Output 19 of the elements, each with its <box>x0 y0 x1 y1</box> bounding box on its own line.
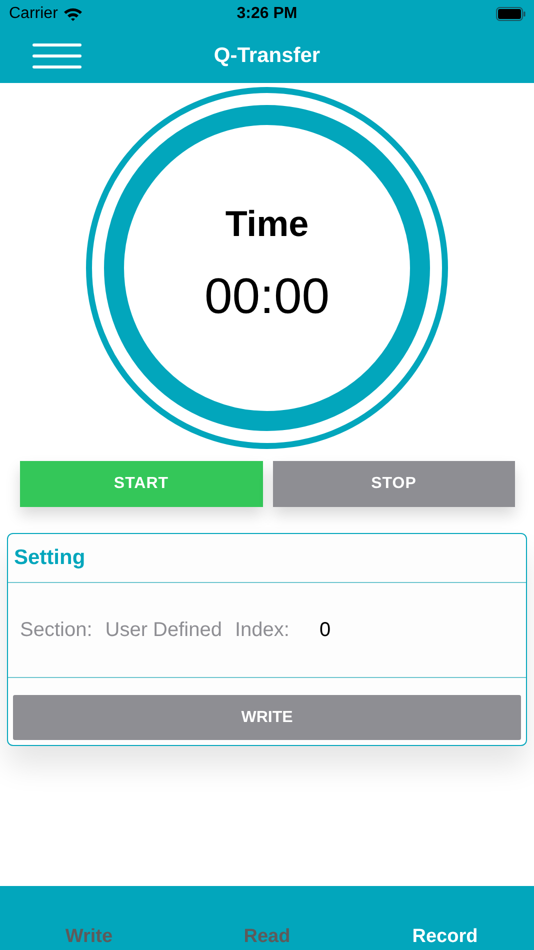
index-value: 0 <box>319 618 331 642</box>
section-label: Section: <box>20 618 92 642</box>
section-value: User Defined <box>105 618 222 642</box>
index-label: Index: <box>234 618 290 642</box>
timer-value: 00:00 <box>204 267 330 325</box>
tab[interactable]: Record <box>356 924 534 950</box>
timer-button[interactable]: START <box>20 461 262 507</box>
carrier-text: Carrier <box>9 5 58 23</box>
battery-icon <box>496 7 526 21</box>
tab[interactable]: Read <box>178 924 356 950</box>
app-title: Q-Transfer <box>214 44 320 68</box>
timer-button[interactable]: STOP <box>272 461 515 507</box>
clock-text: 3:26 PM <box>236 5 298 23</box>
setting-title: Setting <box>14 546 86 570</box>
write-button[interactable]: WRITE <box>13 695 521 740</box>
timer-label: Time <box>225 203 309 245</box>
wifi-icon <box>62 7 83 21</box>
menu-icon[interactable] <box>32 42 82 68</box>
tab[interactable]: Write <box>0 924 178 950</box>
